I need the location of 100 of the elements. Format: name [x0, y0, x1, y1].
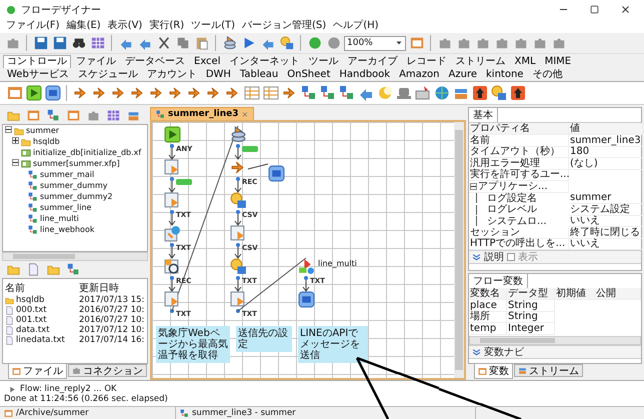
connector-arrow: [302, 276, 310, 292]
palette-tab[interactable]: Webサービス: [3, 68, 73, 81]
close-icon[interactable]: [620, 4, 630, 15]
expander-icon[interactable]: [12, 159, 19, 166]
column-header[interactable]: 公開: [595, 288, 641, 300]
palette-tab[interactable]: ストリーム: [452, 55, 510, 68]
window-icon: [67, 109, 80, 122]
database-icon: [230, 126, 247, 143]
note: 送信先の設定: [236, 326, 292, 352]
maximize-icon[interactable]: [590, 5, 598, 14]
palette-tab[interactable]: コントロール: [3, 55, 71, 68]
palette-tab[interactable]: レコード: [402, 55, 450, 68]
column-header[interactable]: 初期値: [555, 288, 595, 300]
palette-button[interactable]: [25, 84, 42, 102]
output-port: [170, 309, 174, 313]
column-header: 値: [569, 123, 643, 135]
scrollbar[interactable]: [469, 336, 641, 345]
file-name[interactable]: 001.txt: [16, 315, 47, 325]
flow-icon: [320, 85, 336, 101]
menu-item[interactable]: ツール(T): [191, 20, 236, 32]
palette-tab[interactable]: OnSheet: [283, 68, 334, 81]
scrollbar[interactable]: [2, 252, 148, 261]
globe-icon: [434, 85, 450, 101]
palette-tab[interactable]: Excel: [190, 55, 224, 68]
flow-icon: [47, 109, 60, 122]
palette-tab[interactable]: アカウント: [142, 68, 201, 81]
palette-tab[interactable]: kintone: [482, 68, 528, 81]
palette-tab[interactable]: Amazon: [395, 68, 444, 81]
column-header[interactable]: 名前: [5, 281, 79, 295]
property-name: 名前: [469, 135, 569, 146]
palette-tab[interactable]: アーカイブ: [344, 55, 402, 68]
palette-tab[interactable]: ファイル: [72, 55, 120, 68]
window-title: フローデザイナー: [21, 4, 102, 16]
palette-tab[interactable]: データベース: [121, 55, 189, 68]
editor-tab[interactable]: summer_line3 ×: [150, 107, 254, 120]
palette-tab[interactable]: Azure: [444, 68, 481, 81]
toolbar-button[interactable]: [32, 34, 49, 52]
palette-tab[interactable]: Handbook: [335, 68, 394, 81]
property-value[interactable]: (なし): [569, 158, 643, 170]
property-value[interactable]: summer_line3: [569, 135, 643, 146]
menu-item[interactable]: 表示(V): [108, 20, 142, 32]
file-name[interactable]: 000.txt: [16, 305, 47, 315]
palette-button[interactable]: [471, 84, 488, 102]
palette-tab[interactable]: XML: [510, 55, 540, 68]
file-name[interactable]: hsqldb: [16, 295, 44, 305]
expander-icon[interactable]: [12, 137, 19, 144]
tree-item[interactable]: summer: [26, 126, 60, 136]
circle-icon: [6, 4, 16, 14]
checkbox[interactable]: [507, 253, 515, 261]
tree-item[interactable]: summer[summer.xfp]: [33, 159, 120, 169]
column-header[interactable]: データ型: [507, 288, 555, 300]
tree-item[interactable]: summer_dummy: [40, 181, 108, 191]
scrollbar[interactable]: [454, 122, 464, 378]
moon-icon: [376, 85, 392, 101]
property-name: タイムアウト（秒）: [469, 146, 569, 158]
menu-item[interactable]: 編集(E): [66, 20, 101, 32]
window-icon: [12, 366, 21, 376]
file-name[interactable]: linedata.txt: [16, 335, 65, 345]
expander-icon[interactable]: [5, 126, 12, 133]
palette-tab[interactable]: スケジュール: [74, 68, 142, 81]
palette-tab[interactable]: インターネット: [226, 55, 304, 68]
tree-item[interactable]: line_webhook: [40, 225, 94, 235]
folder-icon: [5, 296, 14, 304]
tree-item[interactable]: line_multi: [40, 214, 79, 224]
panel-tab[interactable]: ストリーム: [514, 364, 583, 377]
palette-tab[interactable]: DWH: [202, 68, 235, 81]
property-value[interactable]: summer: [569, 192, 643, 204]
tree-item[interactable]: summer_mail: [40, 170, 94, 180]
column-header[interactable]: 変数名: [469, 288, 507, 300]
window-icon: [478, 366, 487, 376]
expander-icon[interactable]: [470, 182, 477, 190]
menu-item[interactable]: バージョン管理(S): [242, 20, 326, 32]
palette-button[interactable]: [509, 84, 526, 102]
file-name[interactable]: data.txt: [16, 325, 50, 335]
property-value[interactable]: システム設定: [569, 204, 643, 216]
property-value[interactable]: 180: [569, 146, 643, 158]
tree-item[interactable]: hsqldb: [33, 137, 60, 147]
zoom-field[interactable]: 100%: [344, 36, 406, 50]
flow-icon: [67, 263, 80, 276]
section-title[interactable]: 説明: [484, 250, 504, 264]
property-value[interactable]: いいえ: [569, 216, 643, 227]
panel-tab[interactable]: コネクション: [68, 364, 147, 377]
palette-tab[interactable]: Tableau: [236, 68, 282, 81]
connector-line: [248, 164, 268, 170]
property-value[interactable]: 終了時に閉じる: [569, 227, 643, 238]
toolbar-button[interactable]: [51, 34, 68, 52]
menu-item[interactable]: 実行(R): [149, 20, 184, 32]
palette-tab[interactable]: ツール: [304, 55, 342, 68]
palette-tab[interactable]: その他: [528, 68, 566, 81]
pin-icon: [414, 85, 430, 101]
panel-tab[interactable]: 変数: [474, 364, 513, 379]
menu-item[interactable]: ファイル(F): [6, 20, 60, 32]
tree-item[interactable]: initialize_db[initialize_db.xf: [33, 148, 142, 158]
menu-item[interactable]: ヘルプ(H): [333, 20, 379, 32]
branch-arrow-icon: [72, 85, 88, 101]
tree-item[interactable]: summer_dummy2: [40, 192, 113, 202]
tree-item[interactable]: summer_line: [40, 203, 92, 213]
palette-tab[interactable]: MIME: [540, 55, 576, 68]
column-header[interactable]: 更新日時: [79, 281, 145, 295]
panel-tab[interactable]: ファイル: [8, 364, 67, 379]
